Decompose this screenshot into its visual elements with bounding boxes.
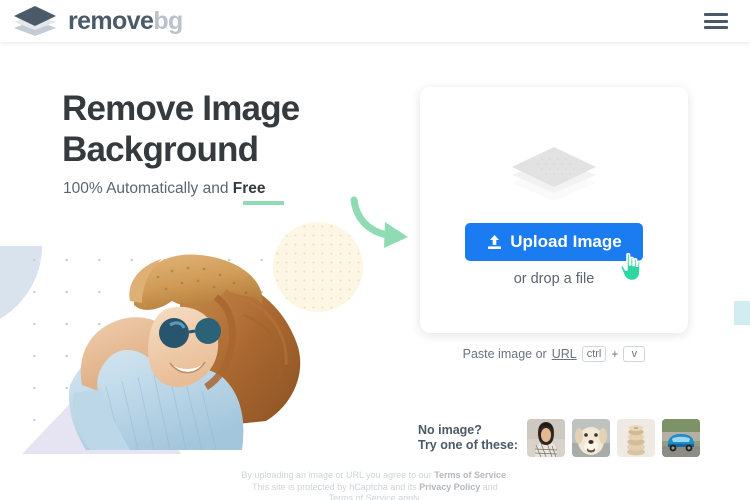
- logo-text-remove: remove: [68, 6, 154, 35]
- hero-photo: [68, 254, 301, 450]
- decor-cream-circle: [273, 222, 363, 312]
- logo-text-bg: bg: [153, 6, 183, 35]
- logo[interactable]: removebg: [12, 0, 183, 42]
- sample-label-line-2: Try one of these:: [418, 438, 519, 452]
- layers-placeholder-icon: [512, 147, 596, 201]
- hamburger-bar-1: [704, 13, 728, 16]
- page-root: removebg Remove Image Background 100% Au…: [0, 0, 750, 500]
- upload-card[interactable]: Upload Image or drop a file: [420, 87, 688, 333]
- decor-quarter-circle: [0, 246, 42, 330]
- hamburger-menu-icon[interactable]: [704, 11, 728, 31]
- upload-icon: [488, 234, 502, 249]
- privacy-policy-link[interactable]: Privacy Policy: [419, 482, 480, 492]
- footer-line-1-prefix: By uploading an image or URL you agree t…: [241, 470, 435, 480]
- hamburger-bar-2: [704, 19, 728, 23]
- headline-line-2: Background: [62, 130, 259, 169]
- decor-cream-circle-dots: [273, 222, 363, 312]
- decor-dot-grid: [18, 244, 268, 440]
- free-underline: [243, 201, 284, 205]
- sample-label-line-1: No image?: [418, 423, 482, 437]
- decor-triangle: [22, 370, 182, 454]
- sample-images-section: No image? Try one of these:: [418, 419, 701, 457]
- headline-line-1: Remove Image: [62, 89, 300, 128]
- site-header: removebg: [0, 0, 750, 42]
- footer-line-2-suffix: and: [480, 481, 498, 492]
- footer-line-1-suffix: .: [506, 470, 509, 480]
- page-subtitle: 100% Automatically and Free: [63, 180, 266, 198]
- pointer-hand-cursor: [619, 252, 641, 282]
- layers-icon: [14, 6, 56, 36]
- upload-image-button[interactable]: Upload Image: [465, 223, 643, 261]
- terms-of-service-link[interactable]: Terms of Service: [434, 470, 506, 480]
- key-ctrl: ctrl: [581, 346, 607, 362]
- sample-images-label: No image? Try one of these:: [418, 423, 518, 453]
- key-plus-sign: +: [611, 347, 619, 361]
- subtitle-prefix: 100% Automatically and: [63, 180, 233, 197]
- decor-cyan-rectangle: [734, 301, 750, 325]
- subtitle-highlight: Free: [232, 180, 266, 197]
- sample-thumbnails: [527, 419, 701, 457]
- sample-woman[interactable]: [527, 419, 566, 457]
- footer-line-1: By uploading an image or URL you agree t…: [0, 470, 750, 482]
- paste-row: Paste image or URL ctrl + v: [420, 346, 688, 362]
- sample-dog[interactable]: [572, 419, 611, 457]
- sample-donuts[interactable]: [617, 419, 656, 457]
- curved-arrow-icon: [350, 196, 408, 248]
- footer-line-2-prefix: This site is protected by hCaptcha and i…: [252, 481, 420, 492]
- sample-car[interactable]: [662, 419, 701, 457]
- page-title: Remove Image Background: [62, 88, 402, 170]
- paste-text-prefix: Paste image or: [462, 347, 547, 361]
- footer-line-3: Terms of Service apply.: [328, 493, 422, 500]
- upload-image-button-label: Upload Image: [510, 232, 622, 251]
- drop-file-text: or drop a file: [513, 271, 595, 287]
- footer-legal: By uploading an image or URL you agree t…: [0, 470, 750, 500]
- hamburger-bar-3: [704, 26, 728, 29]
- paste-url-link[interactable]: URL: [552, 347, 577, 361]
- logo-text: removebg: [68, 6, 183, 35]
- footer-line-2: This site is protected by hCaptcha and i…: [0, 482, 750, 494]
- key-v: v: [623, 346, 646, 362]
